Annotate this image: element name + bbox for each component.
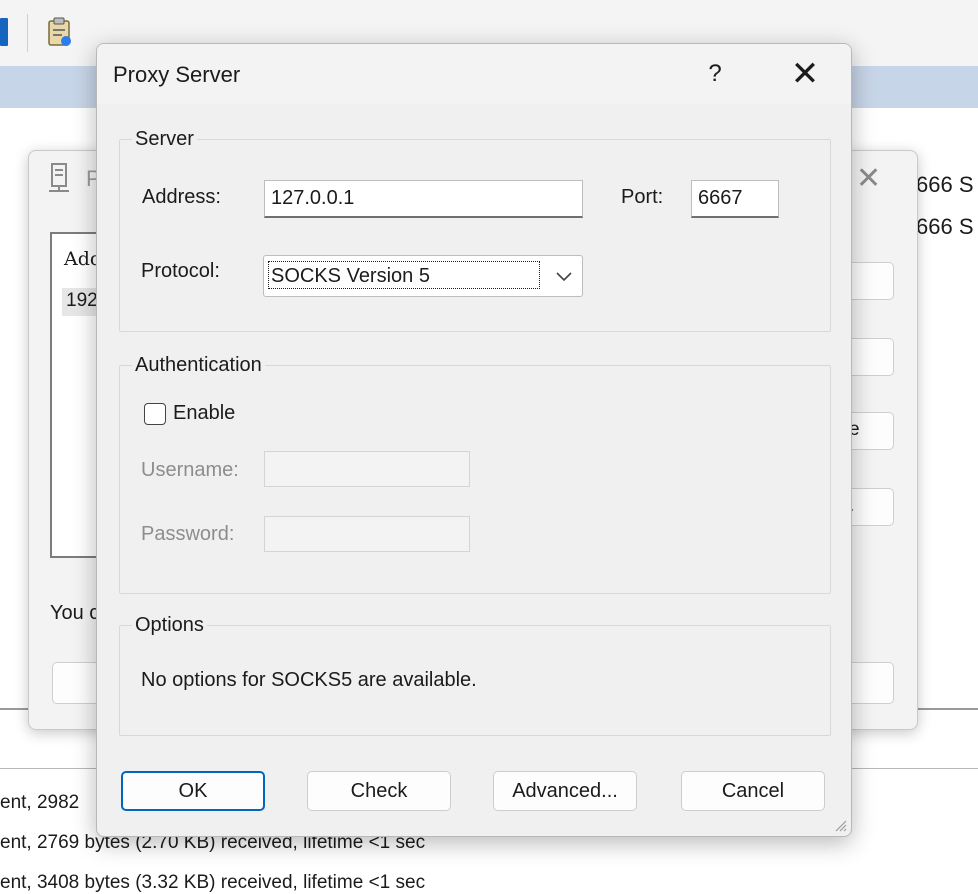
proxy-list-row-text: 192 (66, 290, 98, 311)
proxy-server-dialog: Proxy Server ? ✕ Server Address: Port: P… (96, 43, 852, 837)
log-line: ent, 2982 (0, 792, 80, 813)
options-legend: Options (135, 614, 204, 636)
save-icon[interactable] (0, 18, 8, 46)
toolbar-separator (27, 14, 28, 52)
cancel-button[interactable]: Cancel (681, 771, 825, 811)
password-input[interactable] (264, 516, 470, 552)
bg-note-text: You c (50, 602, 100, 624)
dialog-title: Proxy Server (113, 62, 241, 87)
port-label: Port: (621, 186, 664, 208)
ok-button[interactable]: OK (121, 771, 265, 811)
options-message: No options for SOCKS5 are available. (141, 669, 477, 691)
protocol-label: Protocol: (141, 260, 220, 282)
check-button[interactable]: Check (307, 771, 451, 811)
server-legend: Server (135, 128, 194, 150)
help-button[interactable]: ? (695, 54, 735, 94)
password-label: Password: (141, 523, 235, 545)
protocol-selected-value: SOCKS Version 5 (268, 261, 540, 289)
bg-port-text: 666 S (916, 172, 974, 197)
bg-port-text: 666 S (916, 214, 974, 239)
username-input[interactable] (264, 451, 470, 487)
bg-close-icon[interactable]: ✕ (856, 164, 881, 194)
protocol-dropdown[interactable]: SOCKS Version 5 (263, 255, 583, 297)
enable-checkbox[interactable] (144, 403, 166, 425)
title-bar[interactable]: Proxy Server ? ✕ (97, 44, 851, 104)
close-button[interactable]: ✕ (785, 54, 825, 94)
log-line: ent, 3408 bytes (3.32 KB) received, life… (0, 872, 426, 893)
resize-grip-icon[interactable] (831, 816, 847, 832)
authentication-legend: Authentication (135, 354, 262, 376)
advanced-button[interactable]: Advanced... (493, 771, 637, 811)
port-input[interactable] (691, 180, 779, 218)
username-label: Username: (141, 459, 239, 481)
address-input[interactable] (264, 180, 583, 218)
server-icon (49, 163, 69, 192)
server-group: Server (119, 128, 831, 332)
enable-label[interactable]: Enable (173, 402, 235, 425)
address-label: Address: (142, 186, 221, 208)
chevron-down-icon (556, 272, 572, 282)
clipboard-icon[interactable] (46, 16, 74, 48)
